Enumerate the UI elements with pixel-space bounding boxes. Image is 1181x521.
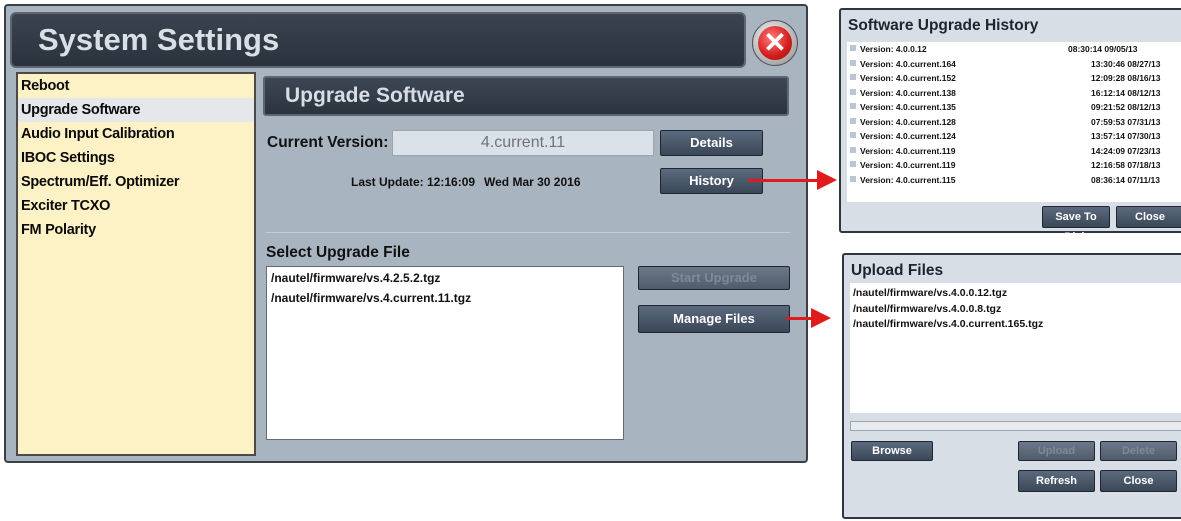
bullet-icon <box>850 146 856 153</box>
current-version-field: 4.current.11 <box>392 130 654 156</box>
refresh-button[interactable]: Refresh <box>1018 470 1095 492</box>
bullet-icon <box>850 175 856 182</box>
history-version: Version: 4.0.current.135 <box>860 102 956 112</box>
list-item[interactable]: /nautel/firmware/vs.4.0.current.165.tgz <box>850 314 1181 330</box>
history-row[interactable]: Version: 4.0.0.12 08:30:14 09/05/13 <box>847 42 1181 57</box>
upload-file-list[interactable]: /nautel/firmware/vs.4.0.0.12.tgz /nautel… <box>850 283 1181 413</box>
close-button[interactable]: ✕ <box>752 20 798 66</box>
software-upgrade-history-panel: Software Upgrade History Version: 4.0.0.… <box>839 8 1181 243</box>
upload-progress-bar <box>850 421 1181 431</box>
sidebar-item-iboc-settings[interactable]: IBOC Settings <box>18 146 254 170</box>
history-version: Version: 4.0.current.164 <box>860 58 956 69</box>
divider <box>266 232 790 233</box>
history-version: Version: 4.0.current.115 <box>860 174 956 185</box>
sidebar-item-fm-polarity[interactable]: FM Polarity <box>18 218 254 242</box>
arrow-to-upload <box>786 317 812 320</box>
window-title: System Settings <box>38 22 280 57</box>
last-update-label: Last Update: 12:16:09 <box>351 175 476 189</box>
bullet-icon <box>850 45 856 51</box>
section-heading-text: Upgrade Software <box>285 84 465 107</box>
history-version: Version: 4.0.0.12 <box>860 44 927 54</box>
arrow-to-history <box>748 179 818 182</box>
history-version: Version: 4.0.current.128 <box>860 116 956 127</box>
upload-files-panel: Upload Files /nautel/firmware/vs.4.0.0.1… <box>842 253 1181 519</box>
history-datetime: 08:30:14 09/05/13 <box>1068 44 1138 54</box>
browse-button[interactable]: Browse <box>851 441 933 461</box>
bullet-icon <box>850 132 856 138</box>
upload-panel-title: Upload Files <box>851 262 944 279</box>
history-row[interactable]: Version: 4.0.current.119 14:24:09 07/23/1… <box>847 144 1181 159</box>
history-row[interactable]: Version: 4.0.current.135 09:21:52 08/12/1… <box>847 100 1181 115</box>
arrow-head-icon <box>811 308 831 328</box>
history-list[interactable]: Version: 4.0.0.12 08:30:14 09/05/13 Versi… <box>847 42 1181 202</box>
upgrade-file-list[interactable]: /nautel/firmware/vs.4.2.5.2.tgz /nautel/… <box>266 266 624 440</box>
history-datetime: 07:59:53 07/31/13 <box>1091 116 1161 127</box>
list-item[interactable]: /nautel/firmware/vs.4.0.0.12.tgz <box>850 283 1181 299</box>
history-row[interactable]: Version: 4.0.current.128 07:59:53 07/31/1… <box>847 115 1181 130</box>
history-datetime: 08:36:14 07/11/13 <box>1091 174 1161 185</box>
save-to-disk-button[interactable]: Save To Disk <box>1042 206 1110 243</box>
bullet-icon <box>850 88 856 95</box>
settings-sidebar: Reboot Upgrade Software Audio Input Cali… <box>16 72 256 456</box>
history-row[interactable]: Version: 4.0.current.124 13:57:14 07/30/1… <box>847 129 1181 144</box>
bullet-icon <box>850 59 856 66</box>
history-version: Version: 4.0.current.119 <box>860 145 956 156</box>
sidebar-item-upgrade-software[interactable]: Upgrade Software <box>18 98 254 122</box>
history-row[interactable]: Version: 4.0.current.152 12:09:28 08/16/1… <box>847 71 1181 86</box>
details-button[interactable]: Details <box>660 130 763 156</box>
x-icon: ✕ <box>758 26 792 60</box>
upload-button[interactable]: Upload <box>1018 441 1095 461</box>
history-row[interactable]: Version: 4.0.current.119 12:16:58 07/18/1… <box>847 158 1181 173</box>
title-bar: System Settings <box>10 12 746 68</box>
list-item[interactable]: /nautel/firmware/vs.4.current.11.tgz <box>267 287 623 307</box>
history-datetime: 13:57:14 07/30/13 <box>1091 131 1161 141</box>
history-close-button[interactable]: Close <box>1116 206 1181 228</box>
bullet-icon <box>850 161 856 167</box>
history-row[interactable]: Version: 4.0.current.138 16:12:14 08/12/1… <box>847 86 1181 101</box>
arrow-head-icon <box>817 170 837 190</box>
history-version: Version: 4.0.current.124 <box>860 131 956 141</box>
history-version: Version: 4.0.current.152 <box>860 73 956 83</box>
list-item[interactable]: /nautel/firmware/vs.4.0.0.8.tgz <box>850 299 1181 315</box>
list-item[interactable]: /nautel/firmware/vs.4.2.5.2.tgz <box>267 267 623 287</box>
history-datetime: 09:21:52 08/12/13 <box>1091 102 1161 112</box>
history-datetime: 12:09:28 08/16/13 <box>1091 73 1161 83</box>
manage-files-button[interactable]: Manage Files <box>638 305 790 333</box>
delete-button[interactable]: Delete <box>1100 441 1177 461</box>
history-datetime: 14:24:09 07/23/13 <box>1091 145 1161 156</box>
current-version-label: Current Version: <box>267 134 389 151</box>
bullet-icon <box>850 117 856 124</box>
bullet-icon <box>850 103 856 109</box>
sidebar-item-reboot[interactable]: Reboot <box>18 74 254 98</box>
history-panel-title: Software Upgrade History <box>848 17 1039 34</box>
start-upgrade-button[interactable]: Start Upgrade <box>638 266 790 290</box>
history-datetime: 13:30:46 08/27/13 <box>1091 58 1161 69</box>
history-version: Version: 4.0.current.138 <box>860 87 956 98</box>
history-row[interactable]: Version: 4.0.current.164 13:30:46 08/27/1… <box>847 57 1181 72</box>
sidebar-item-spectrum-optimizer[interactable]: Spectrum/Eff. Optimizer <box>18 170 254 194</box>
history-version: Version: 4.0.current.119 <box>860 160 956 170</box>
history-datetime: 16:12:14 08/12/13 <box>1091 87 1161 98</box>
select-file-label: Select Upgrade File <box>266 244 410 261</box>
sidebar-item-audio-input-calibration[interactable]: Audio Input Calibration <box>18 122 254 146</box>
last-update-date: Wed Mar 30 2016 <box>484 175 581 189</box>
sidebar-item-exciter-tcxo[interactable]: Exciter TCXO <box>18 194 254 218</box>
history-row[interactable]: Version: 4.0.current.115 08:36:14 07/11/1… <box>847 173 1181 188</box>
upload-close-button[interactable]: Close <box>1100 470 1177 492</box>
bullet-icon <box>850 74 856 80</box>
section-heading: Upgrade Software <box>263 76 789 116</box>
history-datetime: 12:16:58 07/18/13 <box>1091 160 1161 170</box>
